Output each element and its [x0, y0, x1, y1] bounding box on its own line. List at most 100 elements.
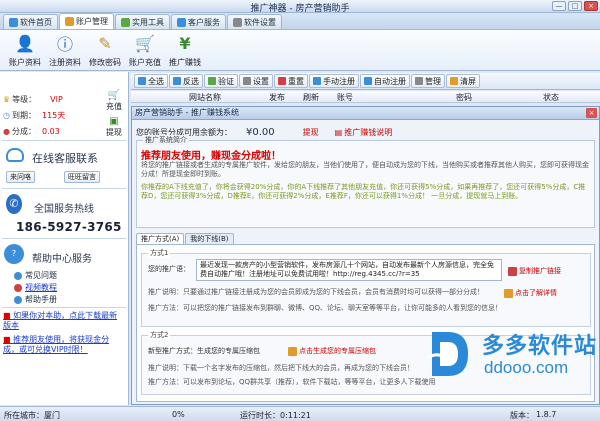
- promo-headline: 推荐朋友使用，赚现金分成啦！: [141, 151, 281, 162]
- points-row: ● 分成： 0.03: [3, 126, 60, 137]
- expire-row: ◷ 到期： 115天: [3, 110, 65, 121]
- register-icon: [313, 77, 321, 85]
- register-info-button[interactable]: ⓘ 注册资料: [46, 30, 84, 70]
- promote-earn-button[interactable]: ¥ 推广赚钱: [166, 30, 204, 70]
- note-text: 下载一个名字发布的压缩包，然后把下线大的会员，再成为您的下线会员！: [183, 364, 414, 372]
- auto-register-button[interactable]: 自动注册: [360, 74, 410, 88]
- copy-link-button[interactable]: 复制推广链接: [508, 266, 561, 276]
- divider: [2, 188, 126, 189]
- tab-settings[interactable]: 软件设置: [227, 14, 282, 29]
- method-1-box: 方式1 您的推广语： 最近发现一款房产的小型营销软件，发布房源几十个网站，自动发…: [141, 248, 591, 327]
- generate-package-button[interactable]: 点击生成您的专属压缩包: [288, 346, 376, 356]
- recharge-label: 充值: [106, 102, 122, 111]
- ribbon-toolbar: 👤 账户资料 ⓘ 注册资料 ✎ 修改密码 🛒 账户充值 ¥ 推广赚钱: [0, 30, 600, 71]
- faq-link[interactable]: 常见问题: [14, 270, 57, 281]
- earn-instructions-link[interactable]: ▤ 推广赚钱说明: [335, 127, 393, 138]
- promo-description: 将您的推广链接或者生成的专属推广软件，发给您的朋友，当他们使用了，便自动成为您的…: [141, 161, 589, 178]
- pencil-icon: ✎: [98, 33, 112, 53]
- verify-icon: [208, 77, 216, 85]
- info-icon: [504, 288, 513, 298]
- account-info-button[interactable]: 👤 账户资料: [6, 30, 44, 70]
- divider: [2, 307, 126, 308]
- tab-home[interactable]: 软件首页: [3, 14, 58, 29]
- copy-icon: [508, 266, 517, 276]
- manage-icon: [415, 77, 423, 85]
- watermark-url: ddooo.com: [484, 358, 569, 377]
- dialog-title: 房产营销助手 - 推广赚钱系统: [135, 108, 239, 117]
- tab-promotion-methods[interactable]: 推广方式(A): [136, 233, 185, 244]
- dialog-close-button[interactable]: ×: [586, 108, 597, 118]
- column-header[interactable]: 状态: [543, 92, 559, 103]
- help-center-title: 帮助中心服务: [32, 254, 92, 265]
- manual-icon: [14, 295, 22, 304]
- recharge-link[interactable]: 🛒 充值: [106, 90, 122, 112]
- close-button[interactable]: ×: [584, 1, 598, 11]
- manage-button[interactable]: 管理: [411, 74, 445, 88]
- reset-button[interactable]: 重置: [274, 74, 308, 88]
- bullet-icon: ■: [3, 335, 11, 344]
- learn-more-button[interactable]: 点击了解详情: [504, 288, 557, 298]
- status-location: 所在城市：厦门: [4, 411, 60, 420]
- clear-button[interactable]: 清屏: [446, 74, 480, 88]
- coin-icon: ●: [3, 127, 10, 136]
- system-intro-box: 推广系统简介 推荐朋友使用，赚现金分成啦！ 将您的推广链接或者生成的专属推广软件…: [136, 135, 595, 228]
- note-label: 推广说明：: [148, 288, 183, 296]
- promotion-subtabs: 推广方式(A) 我的下线(B): [136, 233, 234, 244]
- method-1-legend: 方式1: [148, 248, 171, 258]
- tab-account[interactable]: 账户管理: [59, 13, 114, 29]
- tab-service[interactable]: 客户服务: [171, 14, 226, 29]
- withdraw-link[interactable]: ▣ 提现: [106, 116, 122, 138]
- promo-link-textbox[interactable]: 最近发现一款房产的小型营销软件，发布房源几十个网站，自动发布最新个人房源信息，完…: [196, 259, 502, 281]
- refer-friend-link[interactable]: ■ 推荐朋友使用，将获现金分成，或可兑换VIP时限！: [3, 335, 125, 355]
- withdraw-link[interactable]: 提现: [303, 127, 319, 138]
- faq-icon: [14, 271, 22, 280]
- verify-button[interactable]: 验证: [204, 74, 238, 88]
- money-icon: ¥: [179, 33, 191, 53]
- expire-label: 到期：: [11, 111, 36, 120]
- earn-instructions-label: 推广赚钱说明: [344, 128, 393, 137]
- maximize-button[interactable]: □: [568, 1, 582, 11]
- main-toolbar: 全选 反选 验证 设置 重置 手动注册 自动注册 管理 清屏: [131, 73, 600, 90]
- button-label: 全选: [148, 76, 164, 86]
- ribbon-label: 账户充值: [129, 58, 161, 67]
- column-header[interactable]: 发布: [269, 92, 285, 103]
- column-header[interactable]: 网站名称: [189, 92, 221, 103]
- system-intro-legend: 推广系统简介: [143, 135, 189, 145]
- download-latest-link[interactable]: ■ 如果你对本助，点此下载最新版本: [3, 311, 125, 331]
- settings-button[interactable]: 设置: [239, 74, 273, 88]
- tab-label: 账户管理: [76, 17, 108, 26]
- account-icon: [65, 17, 74, 26]
- tab-label: 软件设置: [244, 17, 276, 27]
- minimize-button[interactable]: —: [552, 1, 566, 11]
- manual-link[interactable]: 帮助手册: [14, 294, 57, 305]
- withdraw-label: 提现: [106, 128, 122, 137]
- column-header[interactable]: 账号: [337, 92, 353, 103]
- manual-register-button[interactable]: 手动注册: [309, 74, 359, 88]
- button-label: 设置: [253, 76, 269, 86]
- change-password-button[interactable]: ✎ 修改密码: [86, 30, 124, 70]
- tab-tools[interactable]: 实用工具: [115, 14, 170, 29]
- ribbon-label: 推广赚钱: [169, 58, 201, 67]
- clear-icon: [450, 77, 458, 85]
- gear-icon: [233, 17, 242, 27]
- status-progress: 0%: [172, 410, 185, 419]
- title-bar: 推广神器 - 房产营销助手 — □ ×: [0, 0, 600, 14]
- tab-label: 软件首页: [20, 17, 52, 27]
- recharge-button[interactable]: 🛒 账户充值: [126, 30, 164, 70]
- crown-icon: ♛: [3, 95, 11, 104]
- dialog-title-bar: 房产营销助手 - 推广赚钱系统 ×: [132, 107, 599, 120]
- wangwang-button[interactable]: 旺旺留言: [64, 171, 100, 183]
- button-label: 反选: [183, 76, 199, 86]
- learn-more-label: 点击了解详情: [515, 289, 557, 297]
- column-header[interactable]: 刷新: [303, 92, 319, 103]
- online-service-title: 在线客服联系: [32, 152, 98, 165]
- tab-my-downline[interactable]: 我的下线(B): [185, 233, 234, 244]
- note-label: 推广方法：: [148, 378, 183, 386]
- qq-chat-button[interactable]: 来问咯: [6, 171, 35, 183]
- main-tabs: 软件首页 账户管理 实用工具 客户服务 软件设置: [0, 13, 600, 30]
- video-tutorial-link[interactable]: 视频教程: [14, 282, 57, 293]
- column-header[interactable]: 密码: [456, 92, 472, 103]
- status-bar: 所在城市：厦门 0% 运行时长：0:11:21 版本： 1.8.7: [0, 406, 600, 421]
- select-all-button[interactable]: 全选: [134, 74, 168, 88]
- invert-select-button[interactable]: 反选: [169, 74, 203, 88]
